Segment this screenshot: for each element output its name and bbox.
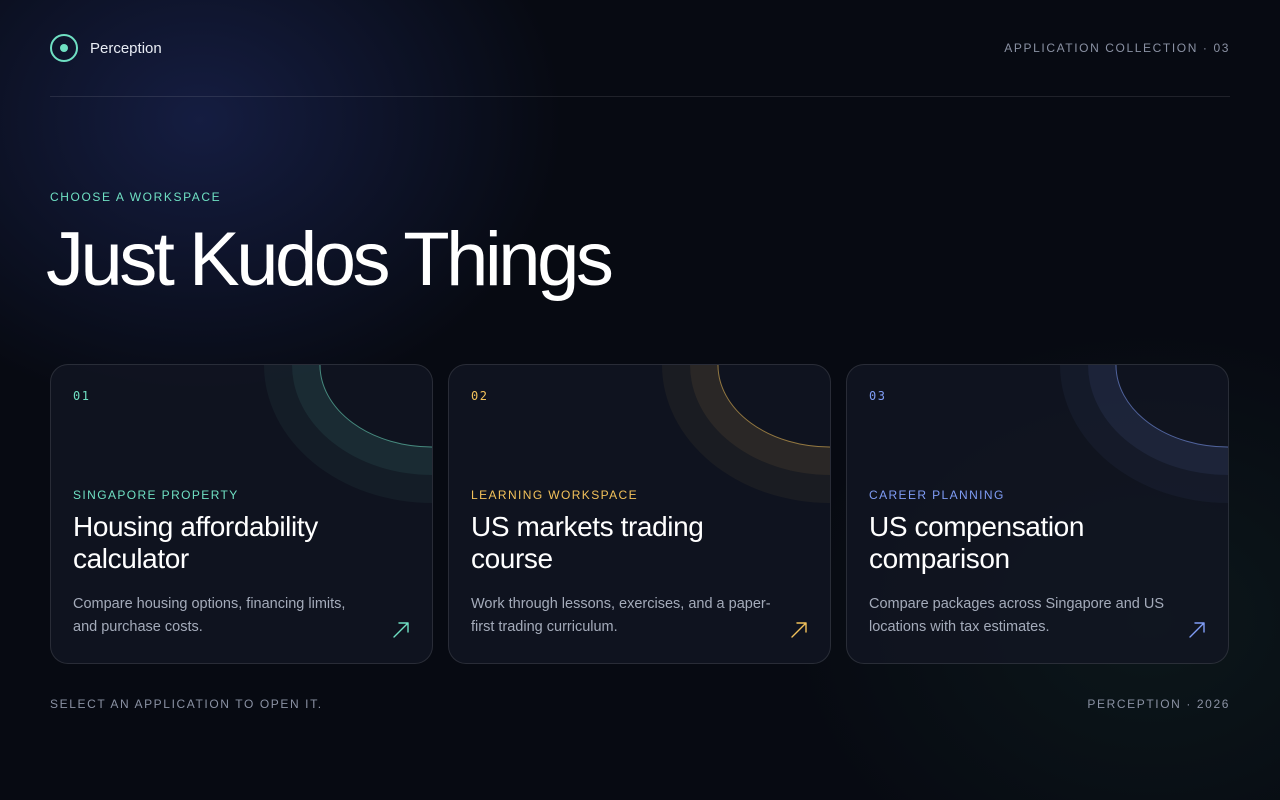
app-card-housing[interactable]: 01 SINGAPORE PROPERTY Housing affordabil…: [50, 364, 433, 664]
card-category: CAREER PLANNING: [869, 488, 1005, 502]
collection-label: APPLICATION COLLECTION · 03: [1004, 41, 1230, 55]
page-title: Just Kudos Things: [46, 217, 614, 302]
decorative-arc-icon: [662, 365, 830, 503]
card-number: 03: [869, 389, 887, 403]
card-title: US compensation comparison: [869, 511, 1085, 574]
decorative-arc-icon: [1060, 365, 1228, 503]
section-eyebrow: CHOOSE A WORKSPACE: [50, 190, 222, 204]
card-number: 01: [73, 389, 91, 403]
card-category: LEARNING WORKSPACE: [471, 488, 639, 502]
app-card-trading[interactable]: 02 LEARNING WORKSPACE US markets trading…: [448, 364, 831, 664]
arrow-up-right-icon[interactable]: [1188, 621, 1206, 639]
app-card-list: 01 SINGAPORE PROPERTY Housing affordabil…: [50, 364, 1230, 664]
app-card-compensation[interactable]: 03 CAREER PLANNING US compensation compa…: [846, 364, 1229, 664]
brand-logo-icon: [50, 34, 78, 62]
card-title: Housing affordability calculator: [73, 511, 318, 574]
brand[interactable]: Perception: [50, 34, 162, 62]
card-number: 02: [471, 389, 489, 403]
card-description: Compare packages across Singapore and US…: [869, 596, 1164, 635]
decorative-arc-icon: [264, 365, 432, 503]
card-title: US markets trading course: [471, 511, 704, 574]
footer-hint: SELECT AN APPLICATION TO OPEN IT.: [50, 697, 323, 711]
footer-copyright: PERCEPTION · 2026: [1087, 697, 1230, 711]
top-bar: Perception APPLICATION COLLECTION · 03: [50, 33, 1230, 63]
card-description: Work through lessons, exercises, and a p…: [471, 596, 771, 635]
header-divider: [50, 96, 1230, 97]
card-category: SINGAPORE PROPERTY: [73, 488, 239, 502]
arrow-up-right-icon[interactable]: [392, 621, 410, 639]
card-description: Compare housing options, financing limit…: [73, 596, 346, 635]
brand-name: Perception: [90, 39, 162, 57]
brand-logo-dot: [60, 44, 68, 52]
arrow-up-right-icon[interactable]: [790, 621, 808, 639]
